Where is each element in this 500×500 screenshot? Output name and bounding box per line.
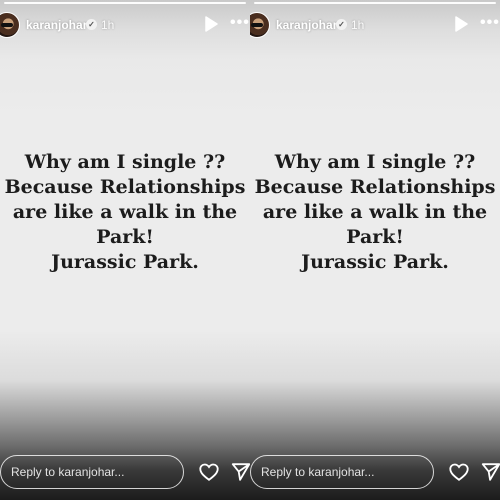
- verified-badge-icon: ✓: [86, 19, 97, 30]
- story-text: Why am I single ?? Because Relationships…: [0, 150, 250, 275]
- more-options-icon[interactable]: •••: [230, 15, 250, 32]
- send-icon[interactable]: [480, 461, 500, 483]
- story-header: karanjohar ✓ 1h •••: [0, 10, 250, 40]
- reply-input[interactable]: Reply to karanjohar...: [0, 455, 184, 489]
- post-time: 1h: [101, 18, 115, 32]
- heart-icon[interactable]: [198, 461, 220, 483]
- avatar[interactable]: [0, 12, 20, 38]
- story-text-line: Jurassic Park.: [51, 251, 199, 273]
- story-text: Why am I single ?? Because Relationships…: [250, 150, 500, 275]
- story-panel-right: karanjohar ✓ 1h ••• Why am I single ?? B…: [250, 0, 500, 500]
- play-icon[interactable]: [454, 16, 468, 32]
- story-panel-left: karanjohar ✓ 1h ••• Why am I single ?? B…: [0, 0, 250, 500]
- reply-input[interactable]: Reply to karanjohar...: [250, 455, 434, 489]
- story-text-line: Park!: [96, 226, 154, 248]
- post-time: 1h: [351, 18, 365, 32]
- heart-icon[interactable]: [448, 461, 470, 483]
- play-icon[interactable]: [204, 16, 218, 32]
- verified-badge-icon: ✓: [336, 19, 347, 30]
- username[interactable]: karanjohar: [276, 18, 337, 32]
- send-icon[interactable]: [230, 461, 250, 483]
- story-text-line: Because Relationships: [254, 176, 496, 198]
- story-progress-bar: [4, 2, 246, 4]
- story-text-line: Why am I single ??: [24, 151, 226, 173]
- story-text-line: Why am I single ??: [274, 151, 476, 173]
- story-text-line: Because Relationships: [4, 176, 246, 198]
- more-options-icon[interactable]: •••: [480, 15, 500, 32]
- username[interactable]: karanjohar: [26, 18, 87, 32]
- story-text-line: Park!: [346, 226, 404, 248]
- avatar[interactable]: [250, 12, 270, 38]
- story-text-line: Jurassic Park.: [301, 251, 449, 273]
- story-text-line: are like a walk in the: [12, 201, 238, 223]
- story-text-line: are like a walk in the: [262, 201, 488, 223]
- story-progress-bar: [254, 2, 496, 4]
- story-header: karanjohar ✓ 1h •••: [250, 10, 500, 40]
